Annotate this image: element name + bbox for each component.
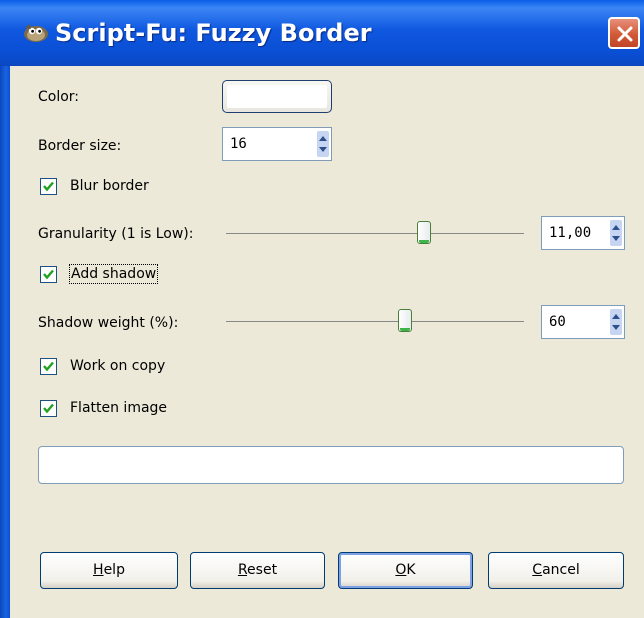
checkmark-icon [43, 181, 54, 192]
blur-border-checkbox[interactable] [40, 178, 57, 195]
border-size-value: 16 [230, 136, 247, 152]
shadow-weight-spinbox[interactable]: 60 [541, 305, 625, 339]
ok-label-rest: K [406, 562, 416, 578]
help-mnemonic: H [93, 562, 104, 578]
shadow-weight-label: Shadow weight (%): [38, 315, 179, 331]
color-label: Color: [38, 89, 80, 105]
spin-arrows-icon[interactable] [317, 131, 329, 157]
spin-arrows-icon[interactable] [610, 220, 622, 246]
help-button[interactable]: Help [40, 552, 178, 589]
reset-label-rest: eset [247, 562, 278, 578]
reset-mnemonic: R [237, 562, 248, 578]
work-on-copy-checkbox[interactable] [40, 358, 57, 375]
border-size-label: Border size: [38, 138, 122, 154]
ok-button[interactable]: OK [338, 552, 473, 589]
window-frame-left [0, 66, 10, 618]
shadow-weight-slider-track[interactable] [226, 321, 524, 322]
spin-arrows-icon[interactable] [610, 309, 622, 335]
checkmark-icon [43, 403, 54, 414]
close-button[interactable] [608, 17, 640, 49]
work-on-copy-label[interactable]: Work on copy [70, 358, 165, 374]
checkmark-icon [43, 361, 54, 372]
flatten-image-checkbox[interactable] [40, 400, 57, 417]
window-title: Script-Fu: Fuzzy Border [55, 19, 372, 47]
flatten-image-label[interactable]: Flatten image [70, 400, 167, 416]
granularity-slider-thumb[interactable] [417, 221, 431, 244]
granularity-spinbox[interactable]: 11,00 [541, 216, 625, 250]
help-label-rest: elp [103, 562, 125, 578]
reset-button[interactable]: Reset [190, 552, 325, 589]
color-swatch [227, 85, 327, 108]
dialog-window: Script-Fu: Fuzzy Border Color: Border si… [0, 0, 644, 618]
cancel-button[interactable]: Cancel [488, 552, 624, 589]
border-size-spinbox[interactable]: 16 [222, 127, 332, 161]
progress-bar [38, 446, 624, 484]
add-shadow-checkbox[interactable] [40, 266, 57, 283]
add-shadow-label[interactable]: Add shadow [68, 264, 159, 284]
cancel-mnemonic: C [532, 562, 543, 578]
cancel-label-rest: ancel [542, 562, 580, 578]
close-icon [617, 26, 633, 42]
checkmark-icon [43, 269, 54, 280]
gimp-wilber-icon [22, 22, 50, 44]
granularity-value: 11,00 [549, 225, 592, 241]
color-button[interactable] [222, 80, 332, 113]
title-bar[interactable]: Script-Fu: Fuzzy Border [0, 0, 644, 66]
ok-mnemonic: O [395, 562, 407, 578]
shadow-weight-slider-thumb[interactable] [398, 309, 412, 332]
shadow-weight-value: 60 [549, 314, 566, 330]
blur-border-label[interactable]: Blur border [70, 178, 149, 194]
granularity-label: Granularity (1 is Low): [38, 226, 194, 242]
granularity-slider-track[interactable] [226, 233, 524, 234]
